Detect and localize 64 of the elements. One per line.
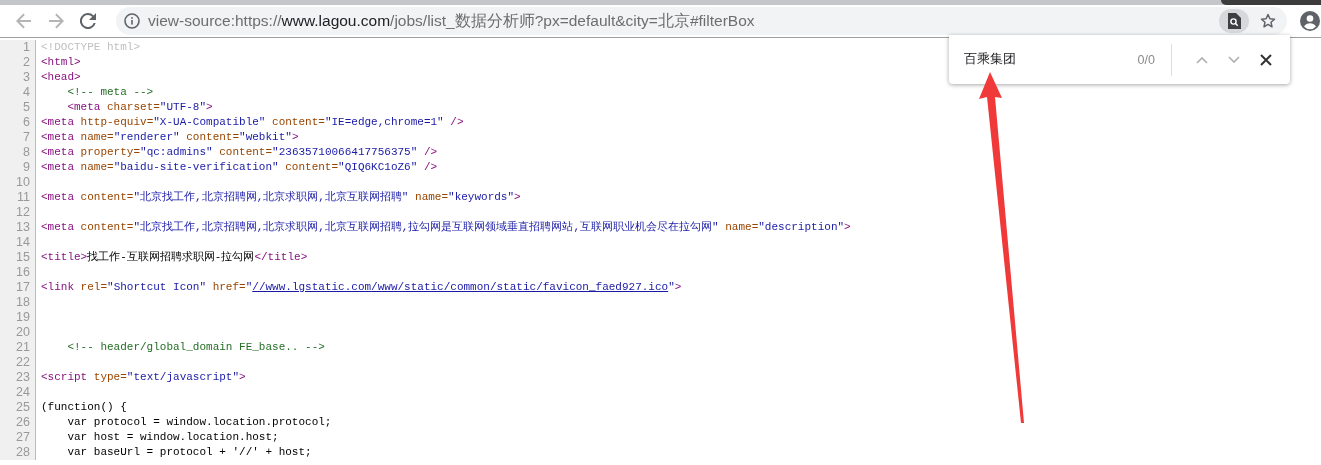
code-line: <!-- header/global_domain FE_base.. --> [66, 340, 326, 355]
code-line: <!-- meta --> [66, 85, 155, 100]
star-icon [1260, 13, 1276, 29]
line-number: 17 [16, 280, 30, 295]
line-number: 21 [16, 340, 30, 355]
line-number: 15 [16, 250, 30, 265]
line-number: 4 [23, 85, 30, 100]
code-line: var host = window.location.host; [66, 430, 280, 445]
line-number: 26 [16, 415, 30, 430]
line-number: 2 [23, 55, 30, 70]
code-line: <meta name="renderer" content="webkit"> [41, 130, 300, 145]
url-text: view-source:https://www.lagou.com/jobs/list_数据分析师?px=default&city=北京#filterBox [148, 10, 756, 31]
code-line: <title>找工作-互联网招聘求职网-拉勾网</title> [41, 250, 309, 265]
line-number: 27 [16, 430, 30, 445]
line-number: 7 [23, 130, 30, 145]
chevron-down-icon [1228, 55, 1240, 64]
chevron-up-icon [1196, 55, 1208, 64]
code-line: <meta http-equiv="X-UA-Compatible" content="IE=edge,chrome=1" /> [41, 115, 465, 130]
line-number: 20 [16, 325, 30, 340]
line-number: 25 [16, 400, 30, 415]
line-number: 23 [16, 370, 30, 385]
line-number: 1 [23, 40, 30, 55]
code-line: <meta property="qc:admins" content="23635710066417756375" /> [41, 145, 439, 160]
find-in-page-button[interactable] [1219, 9, 1249, 33]
line-number: 5 [23, 100, 30, 115]
code-line: <link rel="Shortcut Icon" href="//www.lgstatic.com/www/static/common/static/favicon_faed927.ico"> [41, 280, 683, 295]
line-number: 3 [23, 70, 30, 85]
line-number: 22 [16, 355, 30, 370]
code-line: var protocol = window.location.protocol; [66, 415, 333, 430]
match-count: 0/0 [1137, 52, 1155, 67]
line-number: 14 [16, 235, 30, 250]
search-page-icon [1227, 13, 1241, 29]
line-number: 24 [16, 385, 30, 400]
back-arrow-icon [16, 13, 32, 29]
line-number: 16 [16, 265, 30, 280]
info-icon [124, 13, 140, 29]
line-number: 10 [16, 175, 30, 190]
code-line: <html> [41, 55, 82, 70]
line-number: 9 [23, 160, 30, 175]
code-line: <meta charset="UTF-8"> [66, 100, 214, 115]
forward-arrow-icon [48, 13, 64, 29]
line-number: 6 [23, 115, 30, 130]
line-number: 13 [16, 220, 30, 235]
find-field[interactable]: 百乘集团 [964, 51, 1138, 68]
source-link[interactable]: //www.lgstatic.com/www/static/common/static/favicon_faed927.ico [252, 281, 669, 293]
code-line: <!DOCTYPE html> [41, 40, 142, 55]
line-number: 12 [16, 205, 30, 220]
close-icon [1260, 53, 1272, 66]
code-line: <script type="text/javascript"> [41, 370, 247, 385]
reload-icon [80, 13, 96, 29]
line-number: 19 [16, 310, 30, 325]
profile-button[interactable] [1299, 10, 1321, 32]
code-line: <head> [41, 70, 82, 85]
line-number: 11 [17, 190, 30, 205]
code-line: (function() { [41, 400, 128, 415]
code-line: <meta content="北京找工作,北京招聘网,北京求职网,北京互联网招聘,拉勾网是互联网领域垂直招聘网站,互联网职业机会尽在拉勾网" name="description"> [41, 220, 851, 235]
reload-button[interactable] [77, 10, 99, 32]
code-line: var baseUrl = protocol + '//' + host; [66, 445, 313, 460]
line-number: 8 [23, 145, 30, 160]
line-number: 18 [16, 295, 30, 310]
address-bar[interactable]: view-source:https://www.lagou.com/jobs/list_数据分析师?px=default&city=北京#filterBox [116, 7, 1287, 35]
line-number: 28 [16, 445, 30, 460]
code-line: <meta content="北京找工作,北京招聘网,北京求职网,北京互联网招聘" name="keywords"> [41, 190, 522, 205]
code-line: <meta name="baidu-site-verification" content="QIQ6KC1oZ6" /> [41, 160, 439, 175]
